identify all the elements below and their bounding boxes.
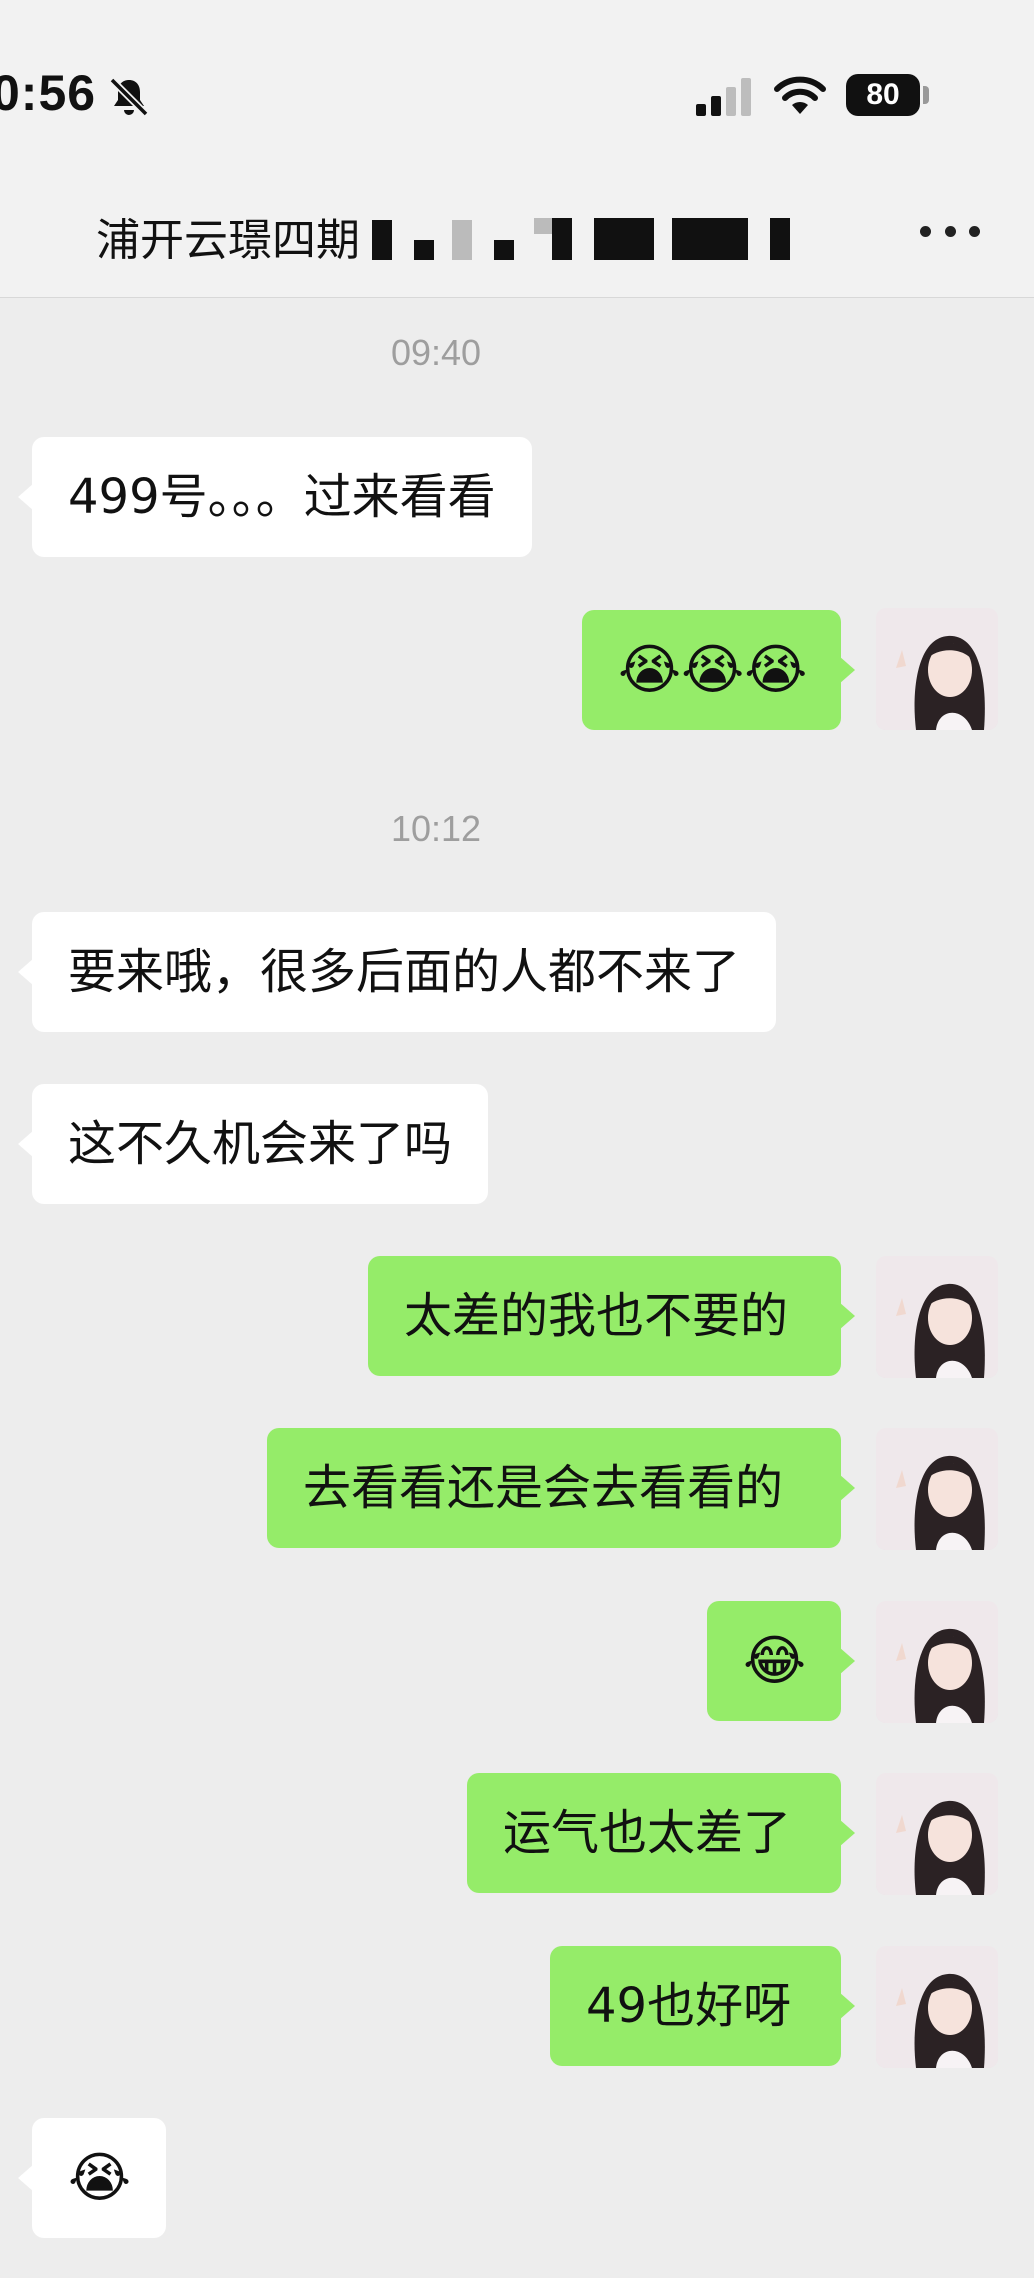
avatar[interactable] [876, 1773, 998, 1895]
outgoing-message[interactable]: 运气也太差了 [467, 1773, 855, 1893]
incoming-message[interactable]: 😭 [18, 2118, 166, 2238]
battery-tip [923, 86, 929, 104]
chat-title: 浦开云璟四期 [96, 215, 360, 266]
outgoing-message[interactable]: 49也好呀 [550, 1946, 855, 2066]
incoming-message[interactable]: 这不久机会来了吗 [17, 1084, 489, 1204]
avatar[interactable] [876, 1256, 998, 1378]
avatar[interactable] [876, 1946, 998, 2068]
avatar[interactable] [876, 608, 998, 730]
avatar[interactable] [876, 1428, 998, 1550]
outgoing-message[interactable]: 😂 [707, 1601, 855, 1721]
incoming-message[interactable]: 要来哦，很多后面的人都不来了 [17, 912, 777, 1032]
incoming-message[interactable]: 499号。。。过来看看 [18, 437, 532, 557]
timestamp: 09:40 [390, 332, 482, 373]
wifi-icon [774, 76, 826, 114]
status-time: 0:56 [0, 65, 97, 121]
timestamp: 10:12 [390, 808, 482, 849]
more-options-button[interactable] [920, 214, 980, 248]
avatar[interactable] [876, 1601, 998, 1723]
bell-muted-icon [109, 77, 149, 117]
cellular-signal-icon [696, 78, 751, 116]
outgoing-message[interactable]: 太差的我也不要的 [368, 1256, 855, 1376]
battery-icon: 80 [846, 74, 920, 116]
top-bar: 0:56 80 浦开云璟四期 [0, 0, 1034, 298]
outgoing-message[interactable]: 😭😭😭 [582, 610, 855, 730]
outgoing-message[interactable]: 去看看还是会去看看的 [267, 1428, 855, 1548]
more-icon [920, 225, 931, 237]
